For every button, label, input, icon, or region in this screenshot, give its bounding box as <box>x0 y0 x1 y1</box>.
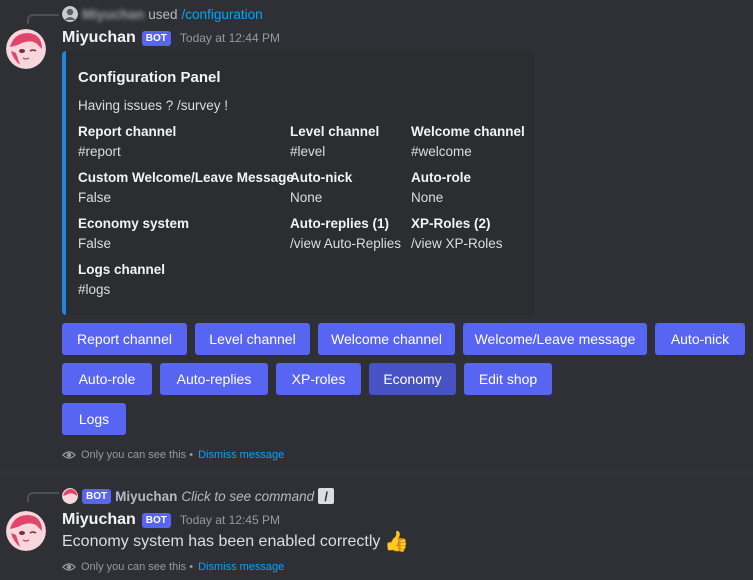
auto-role-button[interactable]: Auto-role <box>62 363 152 395</box>
slash-command-icon: / <box>318 488 335 504</box>
field-custom-welcome: Custom Welcome/Leave Message False <box>78 170 294 210</box>
reply-used-text: used <box>148 6 178 22</box>
message-divider <box>0 468 753 478</box>
level-channel-button[interactable]: Level channel <box>195 323 310 355</box>
message-text: Economy system has been enabled correctl… <box>62 533 381 550</box>
auto-nick-button[interactable]: Auto-nick <box>655 323 745 355</box>
field-auto-nick: Auto-nick None <box>290 170 352 210</box>
auto-replies-button[interactable]: Auto-replies <box>160 363 268 395</box>
reply-user-name[interactable]: Miyuchan <box>82 7 144 22</box>
field-value: /view XP-Roles <box>411 236 503 251</box>
author-name[interactable]: Miyuchan <box>62 511 136 529</box>
reply-reference[interactable]: BOT Miyuchan Click to see command / <box>62 488 335 504</box>
field-economy-system: Economy system False <box>78 216 189 256</box>
message-content: Economy system has been enabled correctl… <box>62 532 409 552</box>
reply-command[interactable]: /configuration <box>182 7 263 22</box>
field-logs-channel: Logs channel #logs <box>78 262 165 302</box>
field-name: Auto-nick <box>290 170 353 185</box>
dismiss-message-link[interactable]: Dismiss message <box>198 561 284 573</box>
eye-icon <box>62 563 76 571</box>
economy-button[interactable]: Economy <box>369 363 456 395</box>
field-name: Auto-replies (1) <box>290 216 390 231</box>
reply-bot-tag: BOT <box>82 488 112 504</box>
bot-avatar[interactable] <box>6 29 46 69</box>
edit-shop-button[interactable]: Edit shop <box>464 363 552 395</box>
bot-avatar[interactable] <box>6 511 46 551</box>
field-level-channel: Level channel #level <box>290 124 379 164</box>
embed-description: Having issues ? /survey ! <box>78 98 229 113</box>
field-value: None <box>290 190 323 205</box>
field-value: #welcome <box>411 144 472 159</box>
field-value: False <box>78 236 112 251</box>
ephemeral-text: Only you can see this • <box>81 561 194 573</box>
bot-tag: BOT <box>141 512 171 528</box>
field-name: Report channel <box>78 124 177 139</box>
eye-icon <box>62 451 76 459</box>
embed-title: Configuration Panel <box>78 69 221 86</box>
dismiss-message-link[interactable]: Dismiss message <box>198 449 284 461</box>
logs-button[interactable]: Logs <box>62 403 126 435</box>
reply-spine <box>27 14 59 24</box>
report-channel-button[interactable]: Report channel <box>62 323 187 355</box>
field-name: Welcome channel <box>411 124 525 139</box>
user-mini-avatar <box>62 6 78 22</box>
bot-tag: BOT <box>141 30 171 46</box>
field-name: Logs channel <box>78 262 166 277</box>
reply-spine <box>27 492 59 502</box>
timestamp[interactable]: Today at 12:44 PM <box>180 31 280 45</box>
timestamp[interactable]: Today at 12:45 PM <box>180 513 280 527</box>
field-name: Level channel <box>290 124 380 139</box>
reply-reference[interactable]: Miyuchan used /configuration <box>62 6 263 22</box>
message-configuration: Miyuchan used /configuration Miyuchan BO… <box>0 0 753 468</box>
field-name: Auto-role <box>411 170 471 185</box>
click-to-see-command[interactable]: Click to see command <box>181 489 314 504</box>
ephemeral-notice: Only you can see this • Dismiss message <box>62 560 284 574</box>
thumbs-up-emoji-icon: 👍 <box>384 531 410 553</box>
field-welcome-channel: Welcome channel #welcome <box>411 124 525 164</box>
field-value: #report <box>78 144 121 159</box>
ephemeral-text: Only you can see this • <box>81 449 194 461</box>
field-auto-role: Auto-role None <box>411 170 471 210</box>
field-name: XP-Roles (2) <box>411 216 491 231</box>
xp-roles-button[interactable]: XP-roles <box>276 363 361 395</box>
field-value: None <box>411 190 444 205</box>
welcome-leave-message-button[interactable]: Welcome/Leave message <box>463 323 647 355</box>
welcome-channel-button[interactable]: Welcome channel <box>318 323 455 355</box>
config-embed: Configuration Panel Having issues ? /sur… <box>62 51 534 315</box>
field-auto-replies: Auto-replies (1) /view Auto-Replies <box>290 216 401 256</box>
reply-user-name[interactable]: Miyuchan <box>115 489 177 504</box>
field-value: #logs <box>78 282 111 297</box>
field-name: Custom Welcome/Leave Message <box>78 170 294 185</box>
field-value: False <box>78 190 112 205</box>
field-value: /view Auto-Replies <box>290 236 402 251</box>
field-xp-roles: XP-Roles (2) /view XP-Roles <box>411 216 503 256</box>
author-name[interactable]: Miyuchan <box>62 29 136 47</box>
field-value: #level <box>290 144 326 159</box>
bot-mini-avatar <box>62 488 78 504</box>
field-name: Economy system <box>78 216 190 231</box>
message-header: Miyuchan BOT Today at 12:44 PM <box>62 29 280 47</box>
message-header: Miyuchan BOT Today at 12:45 PM <box>62 511 280 529</box>
ephemeral-notice: Only you can see this • Dismiss message <box>62 448 284 462</box>
field-report-channel: Report channel #report <box>78 124 176 164</box>
